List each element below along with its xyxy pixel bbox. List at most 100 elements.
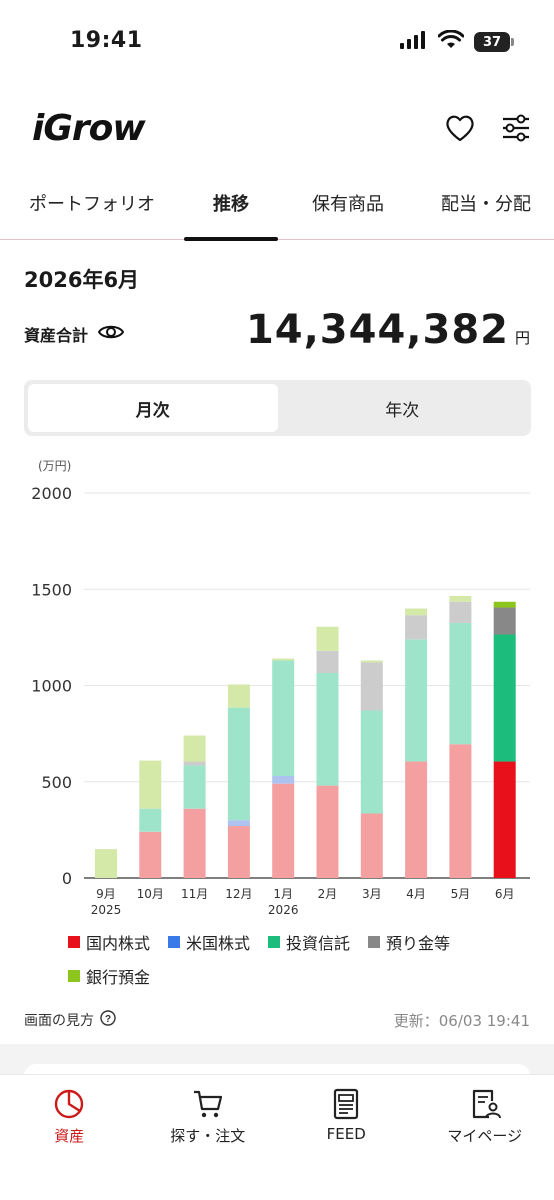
total-assets-unit: 円 bbox=[514, 329, 530, 347]
y-tick-label: 500 bbox=[41, 773, 72, 792]
bottom-navigation: 資産 探す・注文 FEED マイページ bbox=[0, 1074, 554, 1200]
status-time: 19:41 bbox=[70, 28, 143, 53]
bar-segment bbox=[227, 707, 250, 821]
bar-segment bbox=[405, 761, 428, 878]
legend-item: 預り金等 bbox=[368, 930, 450, 954]
bar-segment bbox=[139, 808, 162, 832]
bar-segment bbox=[316, 672, 339, 786]
legend-swatch bbox=[168, 936, 181, 948]
tab-holdings[interactable]: 保有商品 bbox=[278, 176, 418, 240]
bar-segment bbox=[449, 601, 472, 623]
updated-timestamp: 更新：06/03 19:41 bbox=[393, 1012, 530, 1030]
screen-guide-label: 画面の見方 bbox=[24, 1013, 94, 1029]
x-tick-year-label: 2026 bbox=[268, 903, 299, 917]
settings-sliders-icon[interactable] bbox=[500, 112, 532, 144]
nav-assets-label: 資産 bbox=[54, 1127, 85, 1145]
nav-search-order[interactable]: 探す・注文 bbox=[139, 1075, 278, 1200]
x-tick-label: 12月 bbox=[225, 887, 252, 901]
nav-feed[interactable]: FEED bbox=[277, 1075, 416, 1200]
x-tick-label: 9月 bbox=[96, 887, 116, 901]
feed-document-icon bbox=[329, 1087, 363, 1121]
bar-segment bbox=[272, 658, 295, 661]
bar-segment bbox=[360, 813, 383, 878]
status-bar: 19:41 37 bbox=[0, 0, 554, 80]
nav-search-order-label: 探す・注文 bbox=[170, 1127, 246, 1145]
bar-segment bbox=[405, 615, 428, 640]
tab-dividends[interactable]: 配当・分配 bbox=[418, 176, 554, 240]
legend-item: 米国株式 bbox=[168, 930, 250, 954]
tab-trend[interactable]: 推移 bbox=[184, 176, 278, 241]
x-tick-label: 10月 bbox=[137, 887, 164, 901]
bar-segment bbox=[405, 608, 428, 616]
bar-segment bbox=[183, 765, 206, 809]
bar-segment bbox=[272, 660, 295, 776]
bar-segment bbox=[493, 761, 516, 878]
chart-legend: 国内株式 米国株式 投資信託 預り金等銀行預金 bbox=[68, 930, 538, 988]
wifi-icon bbox=[437, 29, 465, 54]
battery-icon: 37 bbox=[474, 32, 514, 52]
x-tick-year-label: 2025 bbox=[91, 903, 122, 917]
legend-item: 投資信託 bbox=[268, 930, 350, 954]
y-tick-label: 1500 bbox=[31, 580, 72, 599]
eye-icon[interactable] bbox=[97, 323, 125, 345]
app-logo: iGrow bbox=[32, 108, 146, 149]
bar-segment bbox=[316, 785, 339, 878]
nav-assets[interactable]: 資産 bbox=[0, 1075, 139, 1200]
x-tick-label: 6月 bbox=[495, 887, 515, 901]
bar-segment bbox=[360, 660, 383, 663]
bar-segment bbox=[227, 820, 250, 827]
status-icons: 37 bbox=[400, 29, 514, 54]
bar-segment bbox=[139, 831, 162, 878]
legend-label: 預り金等 bbox=[386, 934, 451, 953]
bar-segment bbox=[493, 607, 516, 635]
period-title: 2026年6月 bbox=[24, 268, 140, 292]
heart-icon[interactable] bbox=[444, 112, 476, 144]
bar-segment bbox=[449, 622, 472, 745]
bar-segment bbox=[183, 735, 206, 762]
x-tick-label: 11月 bbox=[181, 887, 208, 901]
y-axis-unit-label: (万円) bbox=[38, 459, 71, 473]
bar-segment bbox=[493, 601, 516, 608]
tab-portfolio[interactable]: ポートフォリオ bbox=[0, 176, 184, 240]
question-circle-icon: ? bbox=[100, 1010, 116, 1030]
bar-segment bbox=[449, 744, 472, 878]
total-assets-label: 資産合計 bbox=[24, 322, 125, 346]
y-tick-label: 2000 bbox=[31, 484, 72, 503]
main-tabs: ポートフォリオ 推移 保有商品 配当・分配 bbox=[0, 176, 554, 241]
x-tick-label: 4月 bbox=[406, 887, 426, 901]
nav-mypage-label: マイページ bbox=[447, 1127, 523, 1145]
screen-guide-link[interactable]: 画面の見方 ? bbox=[24, 1010, 116, 1030]
legend-swatch bbox=[68, 970, 80, 982]
legend-swatch bbox=[368, 936, 381, 948]
legend-label: 投資信託 bbox=[286, 934, 351, 953]
svg-text:?: ? bbox=[105, 1014, 111, 1025]
mypage-profile-icon bbox=[468, 1087, 502, 1121]
monthly-toggle-button[interactable]: 月次 bbox=[28, 384, 278, 432]
header-actions bbox=[444, 112, 532, 144]
bar-segment bbox=[95, 849, 117, 878]
x-tick-label: 3月 bbox=[362, 887, 382, 901]
chart-svg: (万円) 0 500 1000 1500 2000 9月 2025 10月 11月 12月 1月 202… bbox=[31, 459, 530, 917]
legend-label: 米国株式 bbox=[186, 934, 251, 953]
bar-segment bbox=[449, 595, 472, 602]
total-assets-amount: 14,344,382 円 bbox=[246, 306, 530, 354]
bar-segment bbox=[493, 634, 516, 762]
bar-segment bbox=[360, 662, 383, 711]
bar-segment bbox=[227, 826, 250, 878]
y-tick-label: 1000 bbox=[31, 677, 72, 696]
nav-feed-label: FEED bbox=[326, 1125, 366, 1143]
legend-label: 国内株式 bbox=[86, 934, 151, 953]
bar-segment bbox=[405, 639, 428, 762]
bar-segment bbox=[272, 775, 295, 784]
bar-segment bbox=[183, 761, 206, 766]
cart-icon bbox=[191, 1087, 225, 1121]
bar-segment bbox=[139, 760, 162, 809]
yearly-toggle-button[interactable]: 年次 bbox=[278, 384, 528, 432]
nav-mypage[interactable]: マイページ bbox=[416, 1075, 554, 1200]
legend-item: 銀行預金 bbox=[68, 964, 150, 988]
period-toggle: 月次 年次 bbox=[24, 380, 531, 436]
asset-trend-chart: (万円) 0 500 1000 1500 2000 9月 2025 10月 11月 12月 1月 202… bbox=[0, 450, 554, 990]
total-assets-label-text: 資産合計 bbox=[24, 326, 89, 345]
bar-segment bbox=[316, 626, 339, 651]
legend-swatch bbox=[68, 936, 80, 948]
